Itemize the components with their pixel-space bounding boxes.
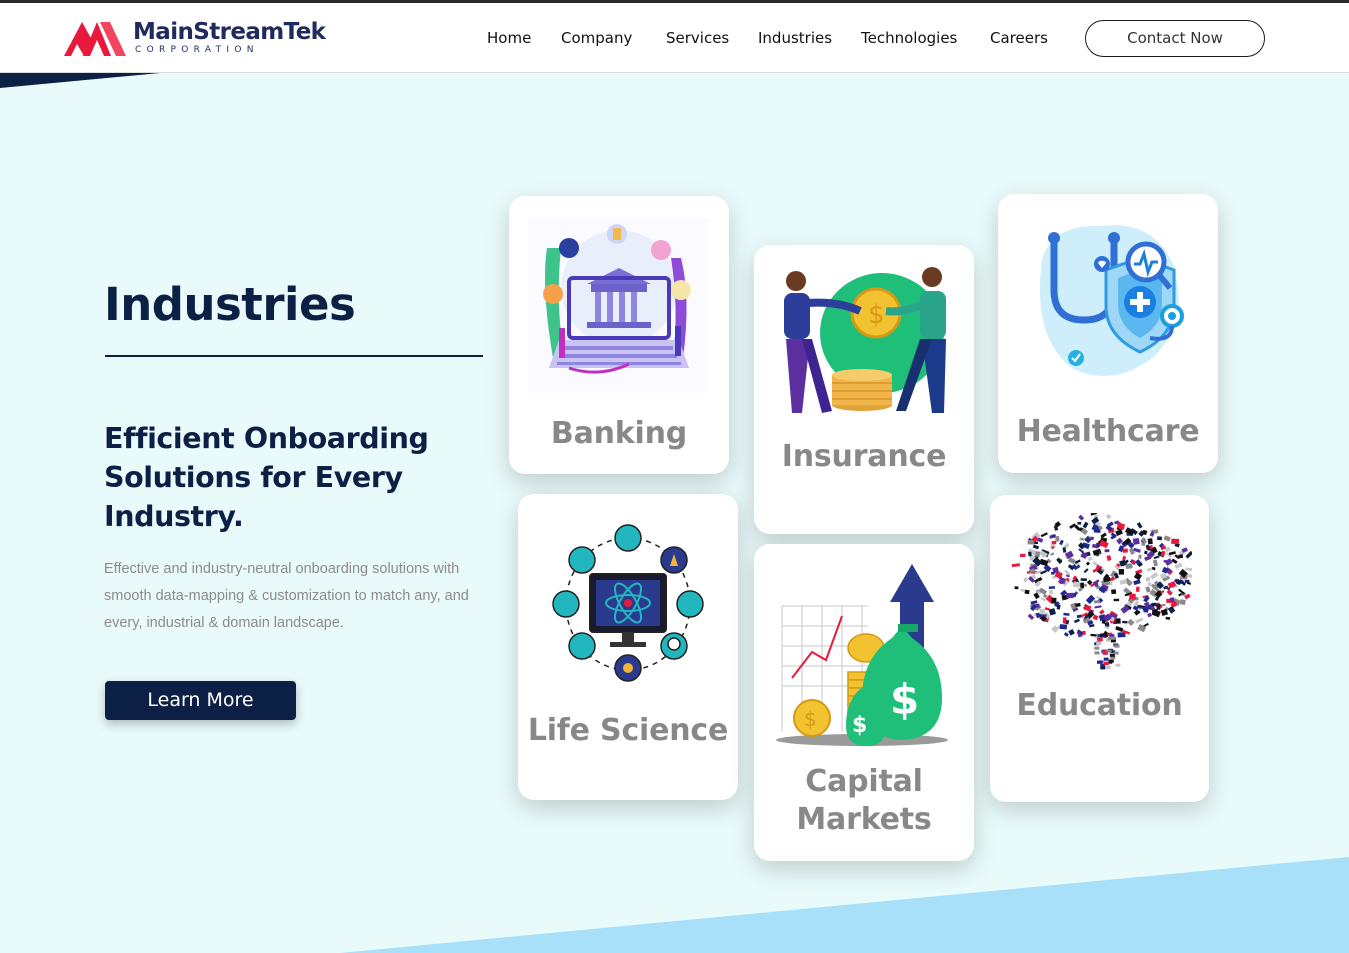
hero-description: Effective and industry-neutral onboardin… [104,561,469,631]
nav-company[interactable]: Company [561,29,632,47]
card-label-banking: Banking [550,416,688,451]
svg-text:$: $ [804,707,817,731]
nav-technologies[interactable]: Technologies [861,29,957,47]
title-divider [105,355,483,357]
nav-industries[interactable]: Industries [758,29,832,47]
card-label-life-science: Life Science [527,713,729,748]
industry-card-capital-markets[interactable]: $ $ $ Capital Markets [754,544,974,861]
science-monitor-icon [552,524,704,682]
industry-card-education[interactable]: Education [990,495,1209,802]
industry-card-life-science[interactable]: Life Science [518,494,738,800]
stethoscope-shield-icon [1040,225,1184,376]
card-label-healthcare: Healthcare [1016,414,1200,449]
nav-home[interactable]: Home [487,29,531,47]
svg-text:$: $ [868,300,885,330]
svg-text:$: $ [890,675,919,724]
money-growth-icon: $ $ $ [776,564,948,746]
industry-card-banking[interactable]: Banking [509,196,729,474]
card-label-capital-markets: Capital Markets [796,764,932,837]
hero-subtitle: Efficient Onboarding Solutions for Every… [104,422,429,533]
nav-services[interactable]: Services [666,29,729,47]
contact-now-button[interactable]: Contact Now [1085,20,1265,57]
coin-handshake-icon: $ [784,267,946,413]
decorative-wedge-top [0,73,160,88]
page-title: Industries [104,278,356,331]
industry-card-insurance[interactable]: $ Insurance [754,245,974,534]
decorative-wedge-bottom [340,857,1349,953]
bank-laptop-icon [529,218,709,393]
card-label-education: Education [1016,688,1183,723]
card-label-insurance: Insurance [781,439,947,474]
svg-text:$: $ [852,713,867,738]
industry-card-healthcare[interactable]: Healthcare [998,194,1218,473]
brain-books-icon [1011,513,1192,670]
learn-more-button[interactable]: Learn More [105,681,296,720]
site-header: MainStreamTek CORPORATION Home Company S… [0,3,1349,73]
nav-careers[interactable]: Careers [990,29,1048,47]
